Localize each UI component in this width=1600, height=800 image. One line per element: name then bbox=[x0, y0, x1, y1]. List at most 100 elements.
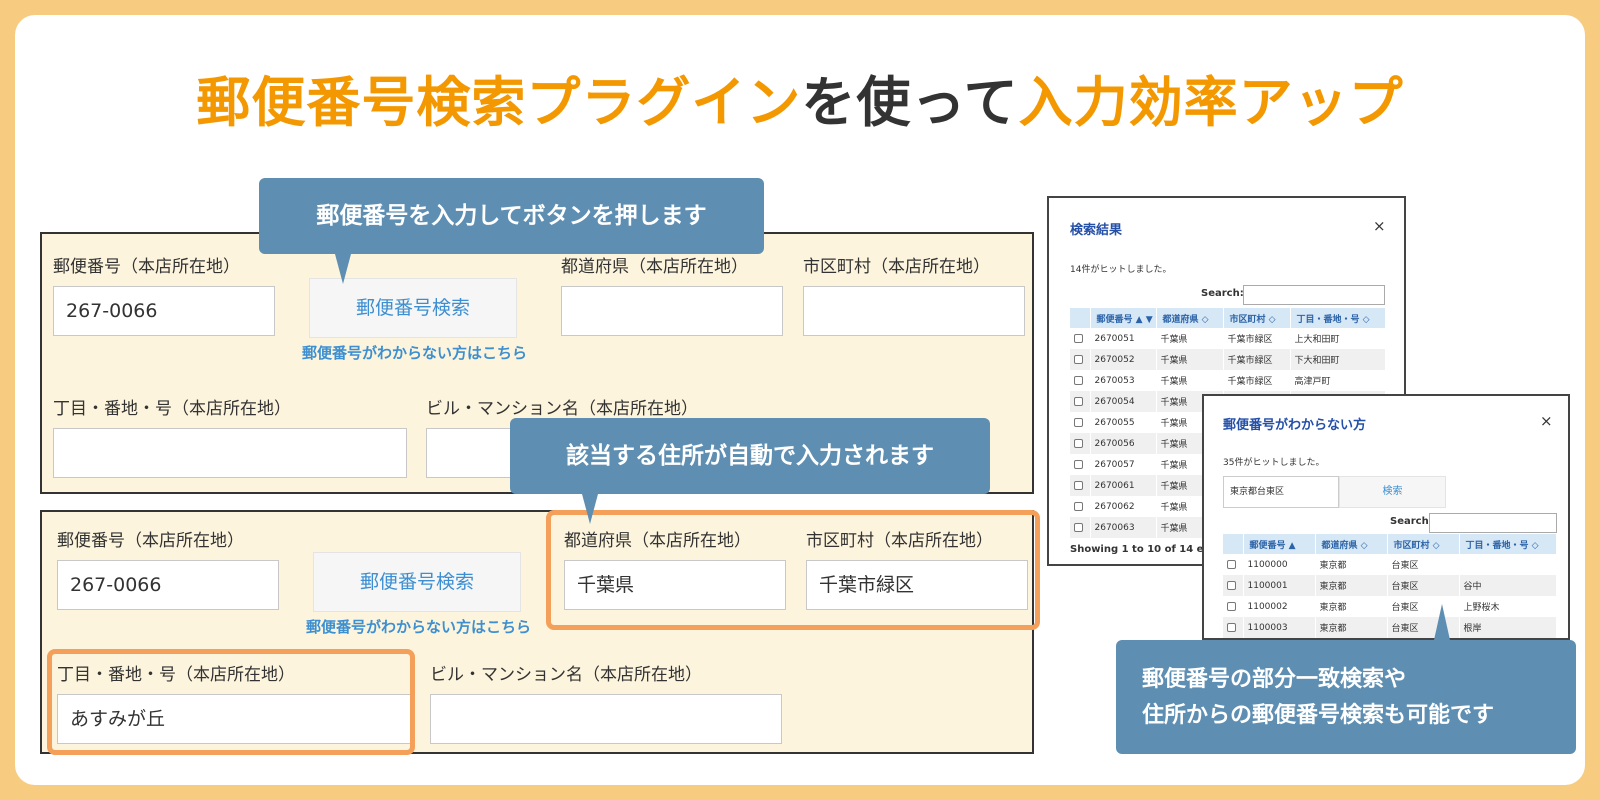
cell-city: 千葉市緑区 bbox=[1223, 349, 1291, 370]
table-row[interactable]: 1100001 東京都 台東区 谷中 bbox=[1223, 575, 1557, 596]
address-search-button[interactable]: 検索 bbox=[1339, 476, 1446, 508]
table-search-input[interactable] bbox=[1243, 285, 1385, 305]
zip-unknown-link[interactable]: 郵便番号がわからない方はこちら bbox=[302, 342, 527, 363]
zip-unknown-link[interactable]: 郵便番号がわからない方はこちら bbox=[306, 616, 531, 637]
close-icon[interactable]: × bbox=[1373, 217, 1386, 235]
cell-prefecture: 東京都 bbox=[1315, 596, 1388, 617]
row-checkbox[interactable] bbox=[1074, 375, 1083, 385]
address-input[interactable]: 東京都台東区 bbox=[1223, 476, 1339, 508]
column-header-street[interactable]: 丁目・番地・号 ◇ bbox=[1459, 534, 1557, 554]
column-header-city[interactable]: 市区町村 ◇ bbox=[1223, 308, 1291, 328]
row-checkbox[interactable] bbox=[1074, 501, 1083, 511]
row-select-cell bbox=[1223, 617, 1244, 638]
table-search-label: Search: bbox=[1390, 516, 1433, 527]
row-select-cell bbox=[1223, 596, 1244, 617]
column-header-prefecture[interactable]: 都道府県 ◇ bbox=[1315, 534, 1388, 554]
column-header-city[interactable]: 市区町村 ◇ bbox=[1387, 534, 1460, 554]
city-input[interactable] bbox=[803, 286, 1025, 336]
callout-text: 該当する住所が自動で入力されます bbox=[566, 443, 934, 469]
table-search-input[interactable] bbox=[1429, 513, 1557, 533]
row-checkbox[interactable] bbox=[1227, 559, 1236, 569]
column-header-select bbox=[1223, 534, 1244, 554]
callout-autofill: 該当する住所が自動で入力されます bbox=[510, 418, 990, 524]
autofill-highlight-pref-city bbox=[546, 510, 1040, 630]
row-select-cell bbox=[1070, 412, 1091, 433]
row-select-cell bbox=[1070, 496, 1091, 517]
zip-search-button[interactable]: 郵便番号検索 bbox=[313, 552, 521, 612]
cell-street: 下大和田町 bbox=[1290, 349, 1386, 370]
cell-street: 上野桜木 bbox=[1459, 596, 1557, 617]
row-checkbox[interactable] bbox=[1074, 459, 1083, 469]
row-checkbox[interactable] bbox=[1074, 333, 1083, 343]
cell-street bbox=[1459, 554, 1557, 575]
city-label: 市区町村（本店所在地） bbox=[803, 257, 990, 277]
callout-pointer bbox=[335, 254, 351, 284]
cell-zip: 2670054 bbox=[1090, 391, 1157, 412]
row-select-cell bbox=[1070, 349, 1091, 370]
table-search-label: Search: bbox=[1201, 288, 1244, 299]
cell-zip: 2670051 bbox=[1090, 328, 1157, 349]
column-header-street[interactable]: 丁目・番地・号 ◇ bbox=[1290, 308, 1386, 328]
row-select-cell bbox=[1070, 370, 1091, 391]
row-select-cell bbox=[1223, 554, 1244, 575]
cell-zip: 2670057 bbox=[1090, 454, 1157, 475]
dialog-title: 検索結果 bbox=[1070, 223, 1123, 238]
title-accent-1: 郵便番号検索プラグイン bbox=[196, 71, 802, 134]
callout-enter-zip: 郵便番号を入力してボタンを押します bbox=[259, 178, 764, 284]
prefecture-input[interactable] bbox=[561, 286, 783, 336]
table-row[interactable]: 1100003 東京都 台東区 根岸 bbox=[1223, 617, 1557, 638]
callout-text-line-2: 住所からの郵便番号検索も可能です bbox=[1142, 703, 1495, 728]
cell-zip: 1100002 bbox=[1243, 596, 1316, 617]
row-select-cell bbox=[1070, 475, 1091, 496]
column-header-zip[interactable]: 郵便番号 ▲ bbox=[1243, 534, 1316, 554]
building-label: ビル・マンション名（本店所在地） bbox=[430, 665, 702, 685]
table-row[interactable]: 2670051 千葉県 千葉市緑区 上大和田町 bbox=[1070, 328, 1386, 349]
hit-count: 14件がヒットしました。 bbox=[1070, 265, 1172, 275]
row-checkbox[interactable] bbox=[1227, 580, 1236, 590]
zip-input[interactable]: 267-0066 bbox=[57, 560, 279, 610]
zip-input[interactable]: 267-0066 bbox=[53, 286, 275, 336]
row-select-cell bbox=[1070, 433, 1091, 454]
cell-zip: 2670053 bbox=[1090, 370, 1157, 391]
zip-unknown-dialog: 郵便番号がわからない方 × 35件がヒットしました。 東京都台東区 検索 Sea… bbox=[1202, 394, 1570, 640]
cell-zip: 2670063 bbox=[1090, 517, 1157, 538]
cell-street: 谷中 bbox=[1459, 575, 1557, 596]
autofill-highlight-street bbox=[47, 649, 415, 755]
table-row[interactable]: 2670053 千葉県 千葉市緑区 高津戸町 bbox=[1070, 370, 1386, 391]
dialog-title: 郵便番号がわからない方 bbox=[1223, 418, 1367, 433]
cell-zip: 2670055 bbox=[1090, 412, 1157, 433]
column-header-prefecture[interactable]: 都道府県 ◇ bbox=[1156, 308, 1224, 328]
row-checkbox[interactable] bbox=[1074, 438, 1083, 448]
street-label: 丁目・番地・号（本店所在地） bbox=[53, 399, 291, 419]
cell-city: 千葉市緑区 bbox=[1223, 328, 1291, 349]
cell-street: 根岸 bbox=[1459, 617, 1557, 638]
zip-label: 郵便番号（本店所在地） bbox=[53, 257, 240, 277]
cell-city: 千葉市緑区 bbox=[1223, 370, 1291, 391]
zip-search-button[interactable]: 郵便番号検索 bbox=[309, 278, 517, 338]
cell-prefecture: 東京都 bbox=[1315, 617, 1388, 638]
table-row[interactable]: 2670052 千葉県 千葉市緑区 下大和田町 bbox=[1070, 349, 1386, 370]
row-checkbox[interactable] bbox=[1074, 522, 1083, 532]
cell-prefecture: 東京都 bbox=[1315, 554, 1388, 575]
street-input[interactable] bbox=[53, 428, 407, 478]
cell-street: 上大和田町 bbox=[1290, 328, 1386, 349]
row-select-cell bbox=[1070, 328, 1091, 349]
row-checkbox[interactable] bbox=[1074, 480, 1083, 490]
callout-pointer bbox=[1434, 604, 1450, 640]
row-checkbox[interactable] bbox=[1227, 601, 1236, 611]
cell-zip: 2670062 bbox=[1090, 496, 1157, 517]
row-checkbox[interactable] bbox=[1074, 396, 1083, 406]
row-select-cell bbox=[1070, 391, 1091, 412]
row-checkbox[interactable] bbox=[1074, 417, 1083, 427]
cell-zip: 1100000 bbox=[1243, 554, 1316, 575]
callout-pointer bbox=[582, 494, 598, 524]
cell-prefecture: 東京都 bbox=[1315, 575, 1388, 596]
row-checkbox[interactable] bbox=[1074, 354, 1083, 364]
table-row[interactable]: 1100002 東京都 台東区 上野桜木 bbox=[1223, 596, 1557, 617]
row-checkbox[interactable] bbox=[1227, 622, 1236, 632]
page-title: 郵便番号検索プラグインを使って入力効率アップ bbox=[0, 58, 1600, 137]
column-header-zip[interactable]: 郵便番号 ▲ ▼ bbox=[1090, 308, 1157, 328]
close-icon[interactable]: × bbox=[1540, 412, 1553, 430]
building-input[interactable] bbox=[430, 694, 782, 744]
table-row[interactable]: 1100000 東京都 台東区 bbox=[1223, 554, 1557, 575]
